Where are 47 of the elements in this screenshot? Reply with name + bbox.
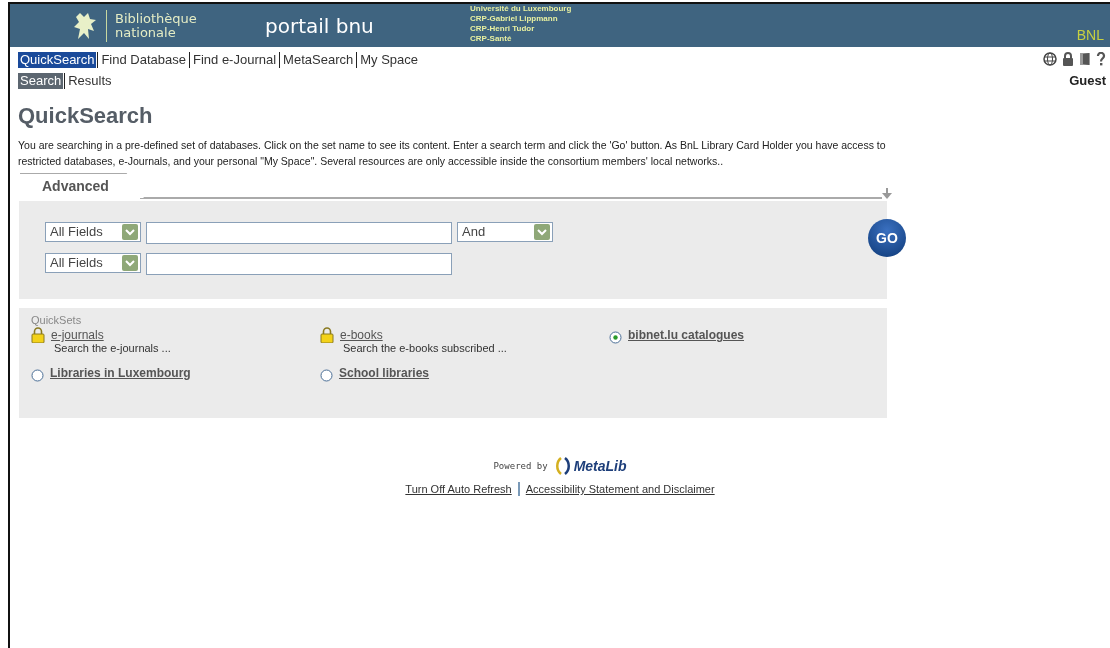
door-icon	[1079, 52, 1091, 66]
radio-button[interactable]	[31, 369, 44, 382]
quickset-link[interactable]: Libraries in Luxembourg	[50, 366, 191, 380]
powered-by-text: Powered by	[493, 461, 548, 471]
search-field[interactable]	[146, 252, 452, 275]
quicksets-title: QuickSets	[31, 314, 83, 326]
quickset-description: Search the e-books subscribed ...	[343, 342, 507, 354]
portal-title: portail bnu	[265, 13, 375, 38]
arrow-icon	[882, 188, 892, 200]
institution-name: BNL	[1076, 26, 1104, 43]
nav-tab[interactable]: Results	[66, 72, 114, 89]
parentheses-logo-icon	[553, 456, 572, 476]
dropdown[interactable]: And	[457, 221, 553, 242]
go-button[interactable]: GO	[868, 219, 906, 257]
partner-name: Université du Luxembourg	[470, 3, 572, 14]
quickset-description: Search the e-journals ...	[54, 342, 171, 354]
footer-link[interactable]: Turn Off Auto Refresh	[405, 483, 512, 495]
partner-name: CRP-Henri Tudor	[470, 23, 536, 34]
nav-tab[interactable]: My Space	[358, 51, 420, 68]
library-name: Bibliothèque nationale	[115, 11, 198, 40]
metalib-logo-text: MetaLib	[573, 458, 627, 474]
nav-tab[interactable]: Find Database	[99, 51, 188, 68]
radio-button[interactable]	[609, 331, 622, 344]
nav-tab[interactable]: MetaSearch	[281, 51, 356, 68]
dropdown[interactable]: All Fields	[45, 221, 141, 242]
radio-button[interactable]	[320, 369, 333, 382]
padlock-icon	[320, 327, 334, 343]
page-title: QuickSearch	[18, 103, 154, 129]
lock-icon	[1062, 52, 1074, 66]
nav-tab[interactable]: Find e-Journal	[191, 51, 279, 68]
advanced-tab[interactable]: Advanced	[20, 173, 144, 198]
search-field[interactable]	[146, 221, 452, 244]
quickset-link[interactable]: e-books	[340, 328, 383, 342]
partner-name: CRP-Gabriel Lippmann	[470, 13, 559, 24]
quickset-link[interactable]: School libraries	[339, 366, 430, 380]
globe-icon	[1043, 52, 1057, 66]
footer-link[interactable]: Accessibility Statement and Disclaimer	[525, 483, 715, 495]
nav-tab[interactable]: Search	[18, 72, 64, 89]
help-icon	[1096, 52, 1106, 66]
partner-name: CRP-Santé	[470, 33, 513, 44]
padlock-icon	[31, 327, 45, 343]
nav-tab[interactable]: QuickSearch	[18, 51, 97, 68]
intro-text: You are searching in a pre-defined set of databases. Click on the set name to see its content. Enter a search term and click the 'Go' button. As BnL Library Card Holder you have access to restricted databases, e-Journals, and your personal "My Space". Several resources are only accessible inside the consortium members' local networks..	[18, 138, 887, 169]
dropdown[interactable]: All Fields	[45, 252, 141, 273]
quickset-link[interactable]: e-journals	[51, 328, 104, 342]
user-name: Guest	[1069, 73, 1106, 88]
quickset-link[interactable]: bibnet.lu catalogues	[628, 328, 744, 342]
